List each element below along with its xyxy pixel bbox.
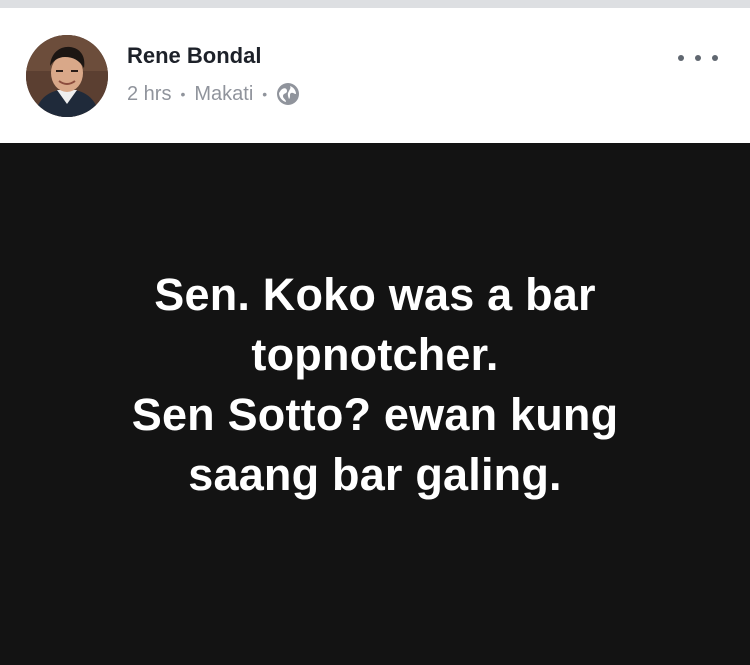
dot-icon (712, 55, 718, 61)
avatar-photo-icon (26, 35, 108, 117)
post-content[interactable]: Sen. Koko was a bar topnotcher. Sen Sott… (0, 143, 750, 665)
author-name[interactable]: Rene Bondal (127, 43, 261, 69)
dot-icon (695, 55, 701, 61)
meta-separator: • (180, 86, 186, 102)
post-location[interactable]: Makati (194, 83, 253, 106)
dot-icon (678, 55, 684, 61)
post-text: Sen. Koko was a bar topnotcher. Sen Sott… (115, 265, 635, 505)
post-text-line: Sen Sotto? ewan kung (131, 389, 619, 440)
post-time[interactable]: 2 hrs (127, 83, 171, 106)
post-text-line: Sen. Koko was a bar (154, 269, 596, 320)
post-header: Rene Bondal 2 hrs • Makati • (0, 8, 750, 143)
top-divider (0, 0, 750, 8)
post-meta: 2 hrs • Makati • (127, 81, 300, 107)
meta-separator: • (262, 86, 268, 102)
globe-icon[interactable] (276, 82, 300, 106)
more-options-button[interactable] (678, 50, 718, 66)
post-text-line: saang bar galing. (188, 449, 562, 500)
author-avatar[interactable] (26, 35, 108, 117)
post-text-line: topnotcher. (251, 329, 499, 380)
